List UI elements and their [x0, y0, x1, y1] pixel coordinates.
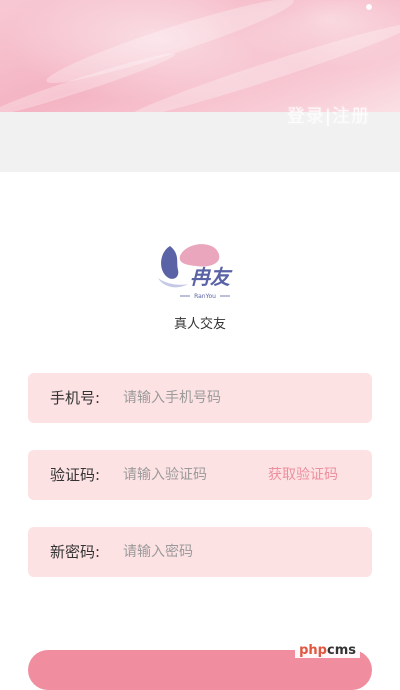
code-label: 验证码: [50, 466, 101, 484]
get-code-button[interactable]: 获取验证码 [268, 450, 338, 500]
logo-petal-blue [161, 246, 179, 279]
app-tagline: 真人交友 [173, 317, 226, 332]
password-field[interactable]: 新密码: [28, 527, 372, 577]
logo-petal-light [158, 278, 188, 288]
watermark: phpcms [295, 643, 360, 658]
status-indicator [366, 4, 372, 10]
logo-wordmark: 冉友 [190, 265, 233, 289]
code-field[interactable]: 验证码: 获取验证码 [28, 450, 372, 500]
page-title: 登录|注册 [286, 106, 370, 127]
phone-field[interactable]: 手机号: [28, 373, 372, 423]
password-label: 新密码: [50, 543, 101, 561]
phone-input[interactable] [123, 373, 353, 423]
phone-label: 手机号: [50, 389, 101, 407]
code-input[interactable] [123, 450, 263, 500]
password-input[interactable] [123, 527, 353, 577]
header-banner [0, 0, 400, 112]
logo-subtitle: RanYou [194, 293, 216, 300]
app-logo: 冉友 RanYou [158, 244, 233, 300]
logo-petal-pink [179, 244, 220, 267]
